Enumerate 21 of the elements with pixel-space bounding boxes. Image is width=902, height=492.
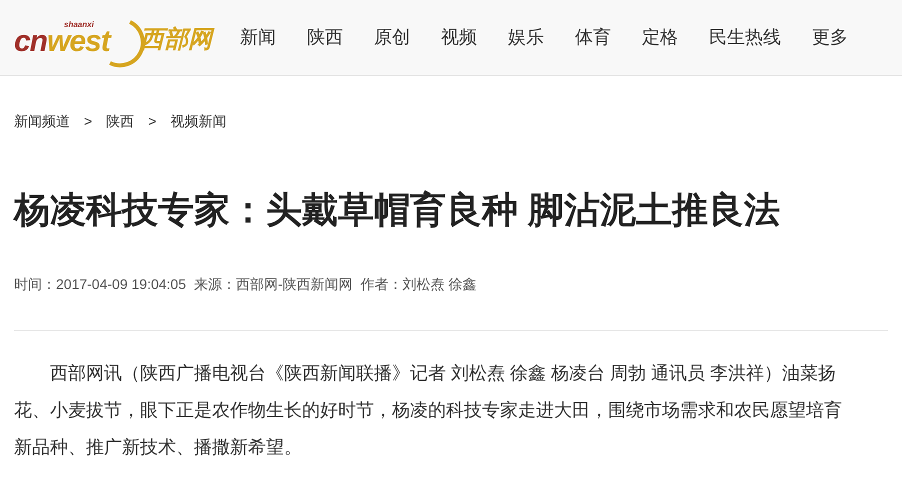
article-title: 杨凌科技专家：头戴草帽育良种 脚沾泥土推良法	[12, 188, 782, 232]
nav-link[interactable]: 陕西	[307, 24, 343, 51]
nav-link[interactable]: 民生热线	[709, 24, 781, 51]
article-meta: 来源：西部网-陕西新闻网	[194, 274, 353, 294]
nav-link[interactable]: 娱乐	[508, 24, 544, 51]
logo-wordmark: cnwest	[14, 26, 110, 56]
nav-link[interactable]: 视频	[441, 24, 477, 51]
breadcrumb-link[interactable]: 新闻频道	[14, 110, 70, 132]
nav-link[interactable]: 更多	[812, 24, 848, 51]
breadcrumb-separator: >	[147, 112, 158, 130]
breadcrumb-link[interactable]: 视频新闻	[170, 110, 226, 132]
article-paragraph: 西部网讯（陕西广播电视台《陕西新闻联播》记者 刘松焘 徐鑫 杨凌台 周勃 通讯员 李洪祥）油菜扬花、小麦拔节，眼下正是农作物生长的好时节，杨凌的科技专家走进大田，围绕市场需求和农民愿望培育新品种、推广新技术、播撒新希望。	[14, 362, 843, 459]
nav-link[interactable]: 定格	[642, 24, 678, 51]
article-meta: 作者：刘松焘 徐鑫	[360, 274, 477, 294]
nav-link[interactable]: 原创	[374, 24, 410, 51]
nav-link[interactable]: 体育	[575, 24, 611, 51]
breadcrumb-link[interactable]: 陕西	[106, 110, 134, 132]
breadcrumb-separator: >	[83, 112, 94, 130]
nav-link[interactable]: 新闻	[240, 24, 276, 51]
logo-tagline: shaanxi	[64, 20, 94, 28]
article-meta: 时间：2017-04-09 19:04:05	[14, 274, 186, 294]
